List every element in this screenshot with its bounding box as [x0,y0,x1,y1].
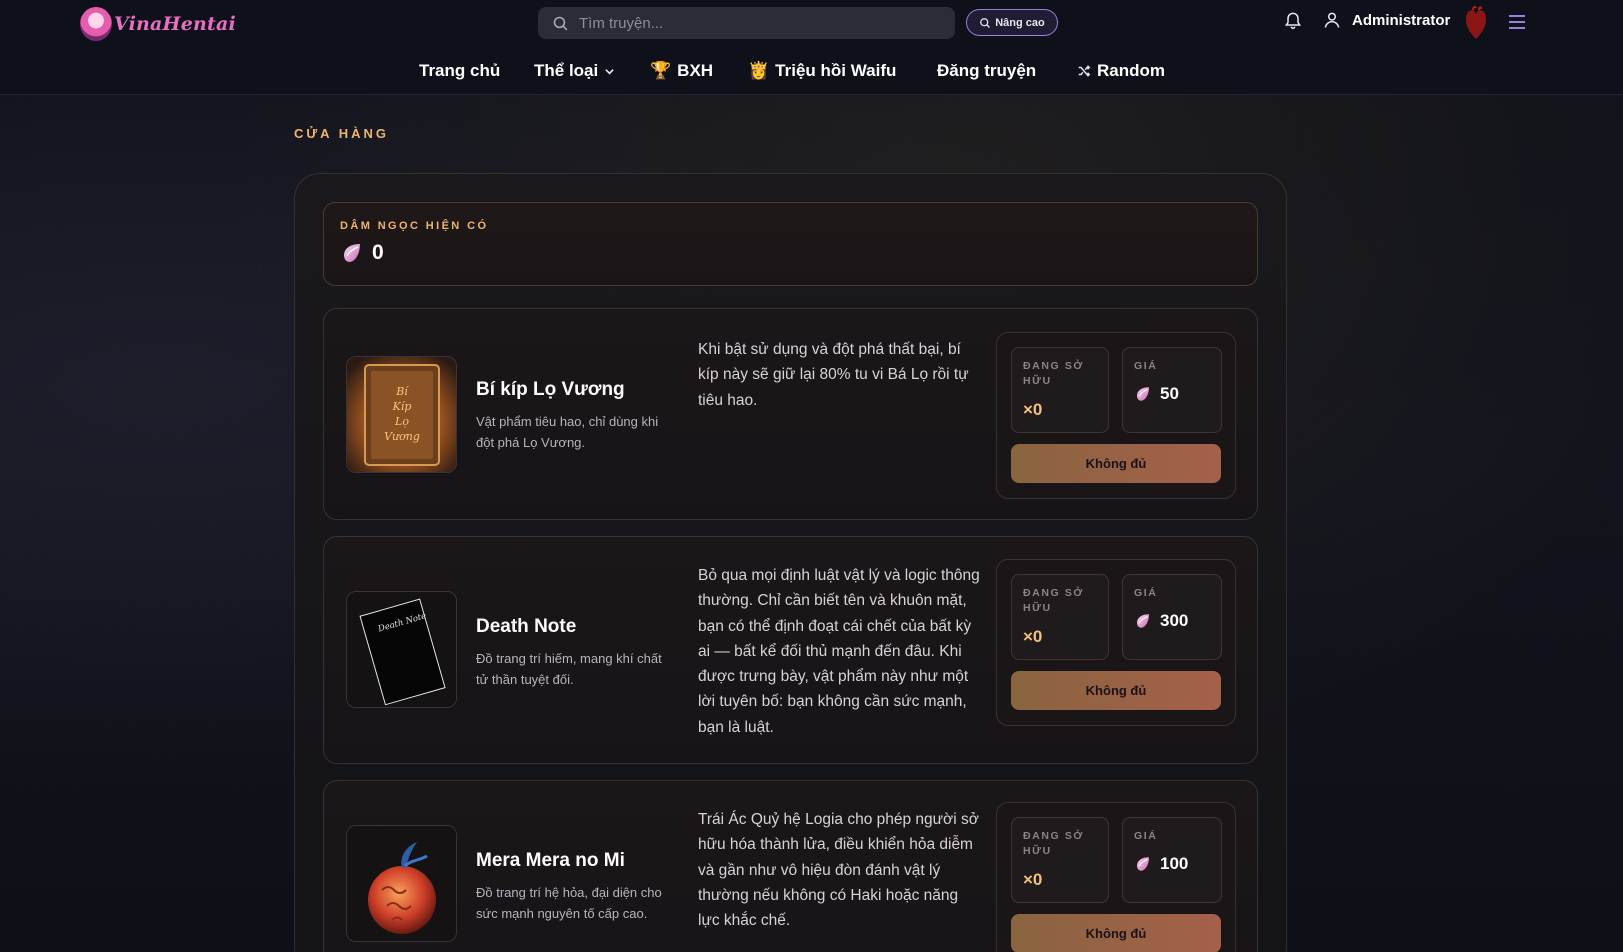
nav-home[interactable]: Trang chủ [419,57,500,85]
item-subtitle: Đồ trang trí hệ hỏa, đại diện cho sức mạ… [476,885,662,921]
chevron-down-icon [605,68,614,75]
item-name: Death Note [476,616,577,637]
nav-upload-label: Đăng truyện [937,61,1037,80]
price-value: 50 [1160,384,1179,403]
advanced-search-label: Nâng cao [995,16,1045,29]
balance-value: 0 [372,241,384,264]
site-logo[interactable]: VinaHentai [80,6,236,42]
item-name: Mera Mera no Mi [476,850,625,871]
waifu-icon: 👸 [748,61,770,80]
gem-icon [1137,857,1149,871]
item-description: Bỏ qua mọi định luật vật lý và logic thô… [698,567,980,736]
item-image: Bí Kíp Lọ Vương [346,356,457,473]
price-label: GIÁ [1134,587,1158,599]
page-title: CỬA HÀNG [294,126,389,141]
death-note-icon: Death Note [347,592,456,707]
item-subtitle: Vật phẩm tiêu hao, chỉ dùng khi đột phá … [476,414,659,450]
nav-random-label: Random [1097,61,1165,80]
owned-value: ×0 [1023,627,1043,646]
item-description: Khi bật sử dụng và đột phá thất bại, bí … [698,341,969,409]
trophy-icon: 🏆 [650,61,672,80]
buy-button[interactable]: Không đủ [1011,671,1221,710]
item-image: Death Note [346,591,457,708]
owned-box: ĐANG SỞ HỮU ×0 [1011,347,1109,433]
nav-random[interactable]: Random [1077,57,1165,85]
header: VinaHentai Nâng cao Administrator Trang … [0,0,1623,95]
price-box: GIÁ 50 [1122,347,1222,433]
gem-icon [344,244,360,262]
price-value: 100 [1160,854,1189,873]
owned-label: ĐANG SỞ HỮU [1023,587,1084,614]
balance-row: 0 [340,241,384,265]
nav-genres[interactable]: Thể loại [534,57,615,85]
svg-text:Kíp: Kíp [392,400,412,413]
logo-text: VinaHentai [114,13,236,35]
price-row: 300 [1134,611,1188,631]
price-row: 50 [1134,384,1179,404]
mascot-icon [80,7,112,41]
gem-icon [1137,614,1149,628]
item-stats: ĐANG SỞ HỮU ×0 GIÁ 50 Không đủ [996,332,1236,499]
price-label: GIÁ [1134,360,1158,372]
price-box: GIÁ 300 [1122,574,1222,660]
svg-text:Bí: Bí [395,385,409,398]
nav-summon-waifu[interactable]: 👸 Triệu hồi Waifu [748,57,896,85]
search-icon [980,17,991,28]
item-description: Trái Ác Quỷ hệ Logia cho phép người sở h… [698,811,979,930]
devil-fruit-icon [347,826,456,941]
bell-icon[interactable] [1283,9,1303,31]
price-value: 300 [1160,611,1189,630]
price-box: GIÁ 100 [1122,817,1222,903]
buy-button[interactable]: Không đủ [1011,444,1221,483]
price-row: 100 [1134,854,1188,874]
hamburger-menu-icon[interactable] [1508,14,1526,30]
owned-value: ×0 [1023,870,1043,889]
item-subtitle: Đồ trang trí hiếm, mang khí chất tử thần… [476,651,662,687]
shop-item-card: Bí Kíp Lọ Vương Bí kíp Lọ Vương Vật phẩm… [323,308,1258,520]
nav-ranking[interactable]: 🏆 BXH [650,57,713,85]
item-name: Bí kíp Lọ Vương [476,379,625,400]
item-stats: ĐANG SỞ HỮU ×0 GIÁ 300 Không đủ [996,559,1236,726]
nav-ranking-label: BXH [677,61,714,80]
search-input[interactable] [579,14,939,32]
search-bar [538,7,955,39]
balance-box: DÂM NGỌC HIỆN CÓ 0 [323,202,1258,286]
user-menu[interactable]: Administrator [1322,10,1450,30]
advanced-search-button[interactable]: Nâng cao [966,9,1058,36]
svg-text:Vương: Vương [384,430,420,443]
svg-text:Lọ: Lọ [394,415,409,428]
shop-item-card: Mera Mera no Mi Đồ trang trí hệ hỏa, đại… [323,780,1258,952]
item-image [346,825,457,942]
shuffle-icon [1078,65,1091,77]
heart-icon[interactable] [1463,6,1489,40]
shop-item-card: Death Note Death Note Đồ trang trí hiếm,… [323,536,1258,764]
username: Administrator [1352,11,1451,29]
buy-button[interactable]: Không đủ [1011,914,1221,952]
nav-home-label: Trang chủ [419,61,501,80]
owned-box: ĐANG SỞ HỮU ×0 [1011,574,1109,660]
balance-label: DÂM NGỌC HIỆN CÓ [340,220,489,232]
owned-label: ĐANG SỞ HỮU [1023,360,1084,387]
nav-summon-waifu-label: Triệu hồi Waifu [775,61,897,80]
owned-value: ×0 [1023,400,1043,419]
item-stats: ĐANG SỞ HỮU ×0 GIÁ 100 Không đủ [996,802,1236,952]
search-icon [553,16,568,30]
gem-icon [1137,387,1149,401]
main-nav: Trang chủ Thể loại 🏆 BXH 👸 Triệu hồi Wai… [0,57,1623,85]
book-icon: Bí Kíp Lọ Vương [347,357,456,472]
nav-genres-label: Thể loại [534,61,599,80]
owned-box: ĐANG SỞ HỮU ×0 [1011,817,1109,903]
price-label: GIÁ [1134,830,1158,842]
owned-label: ĐANG SỞ HỮU [1023,830,1084,857]
user-icon [1324,12,1340,28]
nav-upload[interactable]: Đăng truyện [937,57,1036,85]
